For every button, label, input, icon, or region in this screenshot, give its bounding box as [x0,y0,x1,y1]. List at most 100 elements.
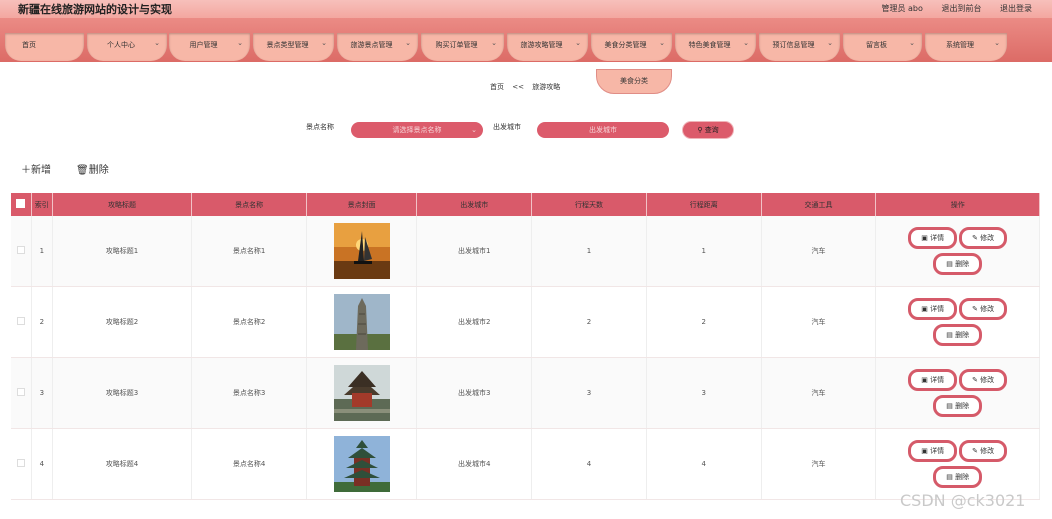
detail-button[interactable]: ▣ 详情 [908,298,958,320]
cell-title: 攻略标题2 [52,286,193,358]
breadcrumb-separator: << [512,83,524,91]
row-select-cell[interactable] [11,357,32,429]
nav-item-label: 留言板 [866,41,887,49]
cell-index: 2 [31,286,53,358]
cell-days: 1 [531,216,647,287]
delete-button[interactable]: ▤ 删除 [933,395,983,417]
row-checkbox[interactable] [16,459,25,467]
col-actions: 操作 [875,193,1040,216]
nav-item-label: 系统管理 [946,41,974,49]
edit-button[interactable]: ✎ 修改 [959,440,1008,462]
nav-item-guide-mgmt[interactable]: 旅游攻略管理 ⌄ [507,33,588,61]
chevron-down-icon: ⌄ [827,39,833,47]
main-nav: 首页 个人中心 ⌄ 用户管理 ⌄ 景点类型管理 ⌄ 旅游景点管理 ⌄ 购买订单管理 ⌄ 旅游攻略管理 ⌄… [0,18,1052,62]
admin-label: 管理员 abo [881,4,923,13]
row-checkbox[interactable] [16,388,25,396]
cell-transport: 汽车 [761,428,877,500]
col-cover: 景点封面 [306,193,418,216]
nav-item-home[interactable]: 首页 [5,33,84,61]
row-checkbox[interactable] [16,317,25,325]
col-days: 行程天数 [531,193,647,216]
nav-item-spot-mgmt[interactable]: 旅游景点管理 ⌄ [337,33,418,61]
delete-button[interactable]: ▤ 删除 [933,466,983,488]
cell-actions: ▣ 详情 ✎ 修改 ▤ 删除 [875,216,1040,287]
detail-button[interactable]: ▣ 详情 [908,369,958,391]
batch-delete-label: 删除 [88,165,109,176]
cell-title: 攻略标题1 [52,216,193,287]
nav-item-label: 首页 [22,41,36,49]
edit-label: 修改 [980,234,995,242]
search-icon: ⚲ [697,126,703,134]
breadcrumb-home[interactable]: 首页 [490,83,504,91]
query-button[interactable]: ⚲ 查询 [683,122,733,138]
cell-distance: 4 [646,428,762,500]
row-select-cell[interactable] [11,286,32,358]
add-button[interactable]: ＋新增 [21,161,51,176]
dropdown-item-food-category[interactable]: 美食分类 [596,69,672,94]
nav-item-booking-mgmt[interactable]: 预订信息管理 ⌄ [759,33,840,61]
delete-label: 删除 [955,473,970,481]
delete-button[interactable]: ▤ 删除 [933,253,983,275]
nav-item-label: 旅游攻略管理 [520,41,563,49]
row-checkbox[interactable] [16,246,25,254]
table-row: 2 攻略标题2 景点名称2 出发城市2 2 2 汽车 ▣ 详情 ✎ 修改 ▤ 删除 [11,286,1040,358]
chevron-down-icon: ⌄ [237,39,243,47]
nav-item-label: 购买订单管理 [435,41,478,49]
nav-item-personal-center[interactable]: 个人中心 ⌄ [87,33,167,61]
cell-transport: 汽车 [761,357,877,429]
cell-distance: 2 [646,286,762,358]
nav-item-food-category-mgmt[interactable]: 美食分类管理 ⌄ [591,33,672,61]
row-select-cell[interactable] [11,428,32,500]
detail-button[interactable]: ▣ 详情 [908,440,958,462]
col-spot: 景点名称 [191,193,307,216]
cell-days: 3 [531,357,647,429]
logout-link[interactable]: 退出登录 [1000,4,1032,13]
site-title: 新疆在线旅游网站的设计与实现 [18,3,172,16]
edit-button[interactable]: ✎ 修改 [959,369,1008,391]
edit-button[interactable]: ✎ 修改 [959,227,1008,249]
nav-item-label: 特色美食管理 [688,41,731,49]
delete-label: 删除 [955,331,970,339]
cell-index: 3 [31,357,53,429]
delete-label: 删除 [955,402,970,410]
select-all-checkbox[interactable] [16,199,26,208]
nav-item-user-mgmt[interactable]: 用户管理 ⌄ [169,33,250,61]
detail-icon: ▣ [921,447,931,455]
batch-delete-button[interactable]: 🗑删除 [76,161,109,176]
nav-item-food-mgmt[interactable]: 特色美食管理 ⌄ [675,33,756,61]
cell-actions: ▣ 详情 ✎ 修改 ▤ 删除 [875,286,1040,358]
cell-cover [306,216,418,287]
select-all-header[interactable] [11,193,32,216]
edit-button[interactable]: ✎ 修改 [959,298,1008,320]
nav-item-label: 预订信息管理 [772,41,815,49]
cell-transport: 汽车 [761,286,877,358]
detail-icon: ▣ [921,305,931,313]
edit-label: 修改 [980,305,995,313]
cover-image [333,365,390,421]
cell-transport: 汽车 [761,216,877,287]
cell-days: 2 [531,286,647,358]
table-header-row: 索引 攻略标题 景点名称 景点封面 出发城市 行程天数 行程距离 交通工具 操作 [11,193,1040,216]
dropdown-item-label: 美食分类 [620,77,648,85]
detail-button[interactable]: ▣ 详情 [908,227,958,249]
delete-button[interactable]: ▤ 删除 [933,324,983,346]
breadcrumb: 首页 << 旅游攻略 [490,82,566,92]
chevron-down-icon: ⌄ [405,39,411,47]
top-header: 新疆在线旅游网站的设计与实现 管理员 abo 退出到前台 退出登录 [0,0,1052,18]
row-select-cell[interactable] [11,216,32,287]
nav-item-message-board[interactable]: 留言板 ⌄ [843,33,922,61]
chevron-down-icon: ⌄ [909,39,915,47]
col-title: 攻略标题 [52,193,193,216]
nav-item-order-mgmt[interactable]: 购买订单管理 ⌄ [421,33,504,61]
nav-item-system-mgmt[interactable]: 系统管理 ⌄ [925,33,1007,61]
cell-city: 出发城市2 [416,286,533,358]
spot-name-label: 景点名称 [306,123,334,131]
cell-title: 攻略标题4 [52,428,193,500]
col-city: 出发城市 [416,193,533,216]
spot-name-select[interactable]: 请选择景点名称 ⌄ [351,122,483,138]
city-input[interactable]: 出发城市 [537,122,669,138]
city-label: 出发城市 [493,123,521,131]
chevron-down-icon: ⌄ [471,126,477,134]
to-front-link[interactable]: 退出到前台 [941,4,981,13]
nav-item-spot-type-mgmt[interactable]: 景点类型管理 ⌄ [253,33,334,61]
